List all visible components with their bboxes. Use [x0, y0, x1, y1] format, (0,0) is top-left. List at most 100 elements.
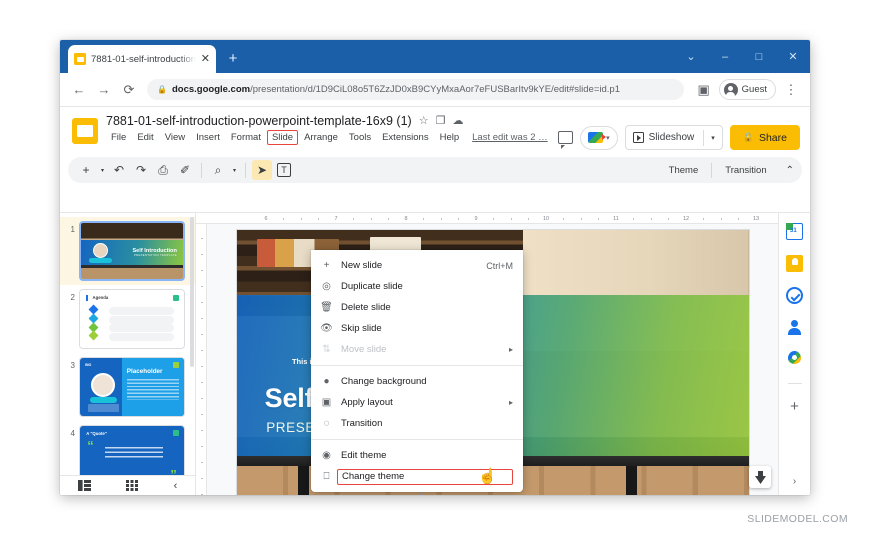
collapse-rail-icon[interactable]: › [793, 476, 796, 487]
paint-format-icon[interactable]: ✐ [175, 160, 195, 180]
slides-header: 7881-01-self-introduction-powerpoint-tem… [60, 107, 810, 155]
menu-help[interactable]: Help [435, 130, 465, 145]
slide-thumbnail[interactable]: A "Quote" “ ” [79, 425, 185, 476]
slide-thumbnail[interactable]: BIO Placeholder [79, 357, 185, 417]
explore-icon[interactable] [749, 466, 771, 488]
menu-item-label: Change background [341, 376, 427, 387]
browser-menu-icon[interactable]: ⋮ [780, 79, 802, 101]
menu-edit[interactable]: Edit [132, 130, 158, 145]
share-button[interactable]: 🔒 Share [729, 125, 800, 150]
plus-icon: + [323, 260, 330, 271]
print-icon[interactable]: ⎙ [153, 160, 173, 180]
menu-item-change-theme[interactable]: ⎕ Change theme [311, 466, 523, 487]
reload-icon[interactable]: ⟳ [118, 79, 140, 101]
menu-bar: File Edit View Insert Format Slide Arran… [106, 130, 558, 145]
new-tab-button[interactable]: + [224, 50, 242, 68]
minimize-button[interactable]: – [708, 40, 742, 73]
menu-item-label: Apply layout [341, 397, 393, 408]
slideshow-button-main[interactable]: Slideshow [626, 132, 704, 143]
menu-item-transition[interactable]: ◌ Transition [311, 413, 523, 434]
menu-item-duplicate-slide[interactable]: ◎ Duplicate slide [311, 276, 523, 297]
menu-arrange[interactable]: Arrange [299, 130, 343, 145]
page-title[interactable]: 7881-01-self-introduction-powerpoint-tem… [106, 114, 412, 128]
menu-item-change-background[interactable]: ● Change background [311, 371, 523, 392]
google-tasks-icon[interactable] [786, 287, 803, 304]
menu-tools[interactable]: Tools [344, 130, 376, 145]
move-icon: ⇅ [322, 344, 331, 355]
menu-view[interactable]: View [160, 130, 190, 145]
menu-item-delete-slide[interactable]: 🗑 Delete slide [311, 297, 523, 318]
window-close-button[interactable]: ✕ [776, 40, 810, 73]
chevron-down-icon[interactable]: ⌄ [674, 40, 708, 73]
trash-icon: 🗑 [320, 302, 333, 313]
slides-favicon-icon [74, 53, 86, 65]
menu-file[interactable]: File [106, 130, 131, 145]
close-icon[interactable]: ✕ [201, 53, 210, 65]
chevron-down-icon[interactable]: ▾ [704, 134, 722, 142]
transition-icon: ◌ [323, 418, 330, 429]
list-item[interactable]: 2 Agenda [60, 285, 195, 353]
menu-insert[interactable]: Insert [191, 130, 225, 145]
eye-icon: 👁 [320, 323, 333, 334]
google-keep-icon[interactable] [786, 255, 803, 272]
list-item[interactable]: 3 BIO Placeholder [60, 353, 195, 421]
address-bar[interactable]: 🔒 docs.google.com/presentation/d/1D9CiL0… [147, 79, 684, 100]
new-slide-button[interactable]: + [76, 160, 96, 180]
menu-item-move-slide: ⇅ Move slide ▸ [311, 339, 523, 360]
present-icon [632, 132, 644, 143]
move-to-folder-icon[interactable]: ❐ [436, 115, 446, 127]
google-slides-logo-icon[interactable] [72, 118, 98, 144]
menu-item-new-slide[interactable]: + New slide Ctrl+M [311, 255, 523, 276]
slideshow-button[interactable]: Slideshow ▾ [624, 125, 723, 150]
redo-icon[interactable]: ↷ [131, 160, 151, 180]
new-slide-caret-icon[interactable]: ▾ [98, 167, 107, 174]
list-item[interactable]: 1 Self Introduction PRESENTATION TEMPLAT… [60, 217, 195, 285]
grid-view-icon[interactable] [126, 480, 139, 492]
filmstrip-scrollbar[interactable] [190, 217, 194, 367]
comment-icon[interactable] [558, 131, 574, 149]
split-view-icon[interactable]: ▣ [693, 79, 715, 101]
star-icon[interactable]: ☆ [419, 115, 429, 127]
menu-format[interactable]: Format [226, 130, 266, 145]
google-calendar-icon[interactable] [785, 222, 803, 240]
browser-tab[interactable]: 7881-01-self-introduction-powe ✕ [68, 45, 216, 73]
transition-button[interactable]: Transition [716, 165, 775, 176]
thumb-title: Placeholder [126, 367, 163, 375]
menu-item-skip-slide[interactable]: 👁 Skip slide [311, 318, 523, 339]
cloud-status-icon[interactable]: ☁ [452, 115, 463, 127]
menu-item-edit-theme[interactable]: ◉ Edit theme [311, 445, 523, 466]
google-maps-icon[interactable] [788, 351, 801, 368]
google-contacts-icon[interactable] [786, 319, 803, 336]
menu-slide[interactable]: Slide [266, 130, 299, 145]
maximize-button[interactable]: □ [742, 40, 776, 73]
last-edit-status[interactable]: Last edit was 2 … [472, 132, 548, 143]
divider [787, 383, 802, 384]
menu-item-label: Move slide [341, 344, 387, 355]
slide-menu-dropdown[interactable]: + New slide Ctrl+M ◎ Duplicate slide 🗑 D… [311, 250, 523, 492]
select-tool-icon[interactable]: ➤ [252, 160, 272, 180]
menu-item-shortcut: Ctrl+M [486, 260, 513, 271]
google-meet-button[interactable]: ▾ [580, 125, 618, 150]
photo-desk-leg-right [625, 466, 637, 495]
collapse-toolbar-icon[interactable]: ⌃ [786, 165, 794, 176]
slide-thumbnail[interactable]: Self Introduction PRESENTATION TEMPLATE [79, 221, 185, 281]
collapse-filmstrip-icon[interactable]: ‹ [174, 480, 178, 492]
slide-thumbnail[interactable]: Agenda [79, 289, 185, 349]
droplet-icon: ● [323, 376, 330, 387]
list-item[interactable]: 4 A "Quote" “ ” [60, 421, 195, 476]
menu-item-apply-layout[interactable]: ▣ Apply layout ▸ [311, 392, 523, 413]
add-addon-button[interactable]: + [790, 399, 799, 414]
back-icon[interactable]: ← [68, 79, 90, 101]
omnibox-right-group: ▣ Guest ⋮ [693, 79, 802, 101]
filmstrip-view-icon[interactable] [77, 480, 91, 492]
theme-button[interactable]: Theme [660, 165, 708, 176]
menu-extensions[interactable]: Extensions [377, 130, 433, 145]
profile-chip[interactable]: Guest [718, 79, 776, 100]
zoom-caret-icon[interactable]: ▾ [230, 167, 239, 174]
forward-icon[interactable]: → [93, 79, 115, 101]
text-box-icon[interactable]: T [277, 163, 291, 177]
horizontal-ruler: 6 7 8 9 10 11 12 13 [196, 213, 778, 224]
vertical-ruler [196, 224, 207, 495]
zoom-icon[interactable]: ⌕ [208, 160, 228, 180]
undo-icon[interactable]: ↶ [109, 160, 129, 180]
